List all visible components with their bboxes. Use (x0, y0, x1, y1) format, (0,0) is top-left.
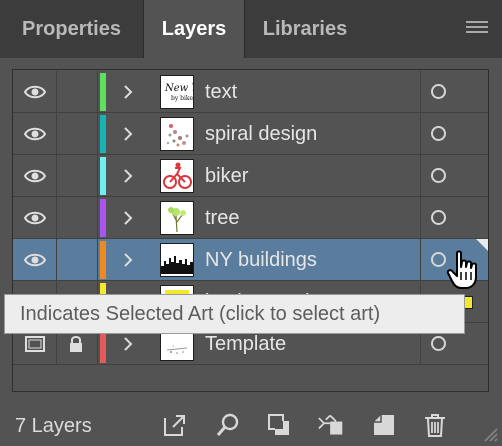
layer-name[interactable]: spiral design (205, 113, 317, 155)
layer-row[interactable]: biker (13, 155, 488, 197)
layer-thumbnail (160, 159, 194, 193)
thumb-image (168, 207, 186, 233)
resize-grip-icon[interactable] (483, 427, 499, 443)
layer-name[interactable]: NY buildings (205, 239, 317, 281)
new-layer-icon[interactable] (371, 412, 397, 438)
eye-icon[interactable] (24, 84, 46, 100)
eye-icon[interactable] (24, 252, 46, 268)
layer-thumbnail (160, 201, 194, 235)
panel-footer: 7 Layers (0, 404, 502, 446)
chevron-right-icon[interactable] (122, 334, 134, 354)
lock-toggle[interactable] (69, 125, 83, 143)
lock-toggle[interactable] (69, 167, 83, 185)
move-selection-icon[interactable] (318, 412, 344, 438)
target-circle-icon[interactable] (431, 252, 446, 267)
template-visibility-icon[interactable] (24, 336, 46, 352)
layer-color-bar (100, 157, 106, 195)
layer-thumbnail (160, 117, 194, 151)
tooltip: Indicates Selected Art (click to select … (4, 294, 465, 334)
tab-libraries[interactable]: Libraries (245, 0, 365, 58)
trash-icon[interactable] (422, 412, 448, 438)
tab-layers[interactable]: Layers (144, 0, 244, 58)
svg-text:New York: New York (164, 83, 193, 94)
layer-color-bar (100, 73, 106, 111)
layer-color-bar (100, 115, 106, 153)
thumb-image (166, 124, 189, 147)
export-icon[interactable] (162, 412, 188, 438)
lock-icon[interactable] (69, 335, 83, 353)
eye-icon[interactable] (24, 210, 46, 226)
tab-properties[interactable]: Properties (0, 0, 143, 58)
layer-row[interactable]: New Yorkby bike text (13, 71, 488, 113)
svg-text:by bike: by bike (171, 95, 193, 102)
eye-icon[interactable] (24, 126, 46, 142)
layer-name[interactable]: tree (205, 197, 239, 239)
layer-color-bar (100, 199, 106, 237)
chevron-right-icon[interactable] (122, 208, 134, 228)
chevron-right-icon[interactable] (122, 166, 134, 186)
panel-tab-bar: Properties Layers Libraries (0, 0, 502, 58)
thumb-image (163, 162, 192, 189)
lock-toggle[interactable] (69, 83, 83, 101)
thumb-image (161, 256, 193, 274)
chevron-right-icon[interactable] (122, 82, 134, 102)
thumb-image: New Yorkby bike (164, 83, 193, 102)
hand-pointer-cursor-icon (446, 250, 477, 289)
eye-icon[interactable] (24, 168, 46, 184)
layer-row[interactable]: spiral design (13, 113, 488, 155)
target-circle-icon[interactable] (431, 84, 446, 99)
layer-thumbnail: New Yorkby bike (160, 75, 194, 109)
layer-row[interactable]: NY buildings (13, 239, 488, 281)
hamburger-menu-icon[interactable] (466, 21, 488, 37)
layer-row[interactable]: tree (13, 197, 488, 239)
target-circle-icon[interactable] (431, 210, 446, 225)
lock-toggle[interactable] (69, 251, 83, 269)
layers-list: New Yorkby bike textspiral designbikertre… (12, 69, 489, 392)
chevron-right-icon[interactable] (122, 250, 134, 270)
layer-thumbnail (160, 243, 194, 277)
target-circle-icon[interactable] (431, 168, 446, 183)
layer-name[interactable]: text (205, 71, 237, 113)
search-icon[interactable] (215, 412, 241, 438)
chevron-right-icon[interactable] (122, 124, 134, 144)
layer-color-bar (100, 241, 106, 279)
clipping-mask-icon[interactable] (266, 412, 292, 438)
layer-name[interactable]: biker (205, 155, 248, 197)
target-circle-icon[interactable] (431, 126, 446, 141)
lock-toggle[interactable] (69, 209, 83, 227)
layer-count: 7 Layers (15, 415, 92, 437)
target-circle-icon[interactable] (431, 336, 446, 351)
